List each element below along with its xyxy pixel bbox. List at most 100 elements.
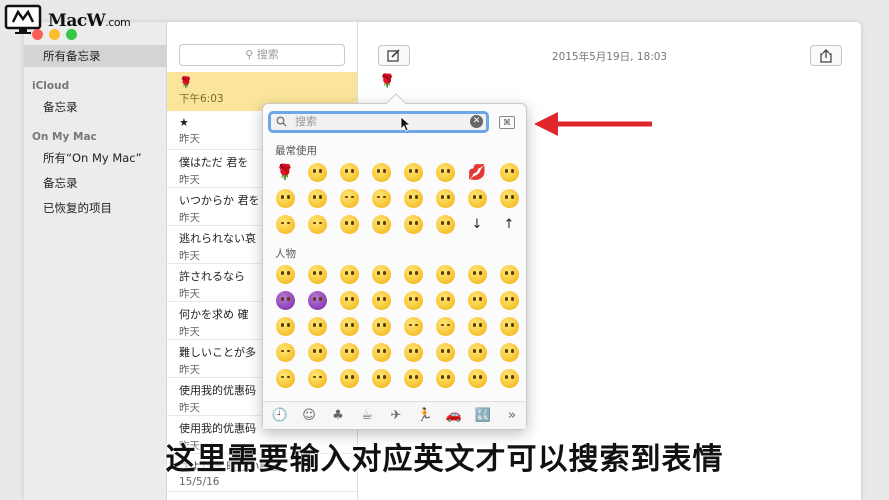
emoji-cell[interactable]: [493, 159, 525, 185]
people-emoji-grid: [269, 261, 525, 391]
emoji-cell[interactable]: [365, 287, 397, 313]
sidebar-item-icloud-notes[interactable]: 备忘录: [24, 96, 167, 118]
emoji-cell[interactable]: [397, 261, 429, 287]
emoji-cell[interactable]: [493, 261, 525, 287]
emoji-cell[interactable]: [429, 287, 461, 313]
clear-search-icon[interactable]: ✕: [470, 115, 483, 128]
emoji-cell[interactable]: [333, 287, 365, 313]
share-icon: [820, 48, 832, 63]
emoji-cell[interactable]: [397, 159, 429, 185]
emoji-cell[interactable]: [269, 365, 301, 391]
emoji-cell[interactable]: [333, 261, 365, 287]
emoji-cell[interactable]: [269, 339, 301, 365]
emoji-cell[interactable]: [397, 185, 429, 211]
emoji-cell[interactable]: [269, 211, 301, 237]
emoji-cell[interactable]: [365, 313, 397, 339]
tab-recent-icon[interactable]: 🕘: [271, 407, 289, 425]
tab-celebration-icon[interactable]: ✈: [387, 407, 405, 425]
emoji-imp[interactable]: [269, 287, 301, 313]
emoji-cell[interactable]: [461, 185, 493, 211]
emoji-cell[interactable]: [397, 287, 429, 313]
emoji-cell[interactable]: [269, 185, 301, 211]
emoji-cell[interactable]: [429, 339, 461, 365]
emoji-cell[interactable]: [365, 261, 397, 287]
section-frequent: 最常使用: [275, 145, 317, 157]
emoji-cell[interactable]: [333, 185, 365, 211]
emoji-category-tabs: 🕘 ☺ ♣ ☕ ✈ 🏃 🚗 🔣 »: [263, 401, 526, 429]
emoji-picker: 搜索 ✕ ⌘ 最常使用 🌹 💋 ↓ ↑ 人物 🕘 ☺ ♣ ☕ ✈ 🏃 🚗 🔣 »: [262, 93, 527, 430]
sidebar-header-icloud: iCloud: [32, 80, 70, 92]
sidebar: 所有备忘录 iCloud 备忘录 On My Mac 所有“On My Mac”…: [24, 22, 167, 500]
emoji-cell[interactable]: [365, 159, 397, 185]
tab-activity-icon[interactable]: 🏃: [416, 407, 434, 425]
emoji-cell[interactable]: [493, 287, 525, 313]
emoji-cell[interactable]: [493, 313, 525, 339]
emoji-cell[interactable]: [493, 185, 525, 211]
emoji-cell[interactable]: [461, 339, 493, 365]
emoji-cell[interactable]: [365, 211, 397, 237]
emoji-cell[interactable]: [429, 159, 461, 185]
emoji-cell[interactable]: [429, 261, 461, 287]
emoji-cell[interactable]: [461, 287, 493, 313]
tab-nature-icon[interactable]: ♣: [329, 407, 347, 425]
note-content[interactable]: 🌹: [379, 74, 395, 89]
video-subtitle: 这里需要输入对应英文才可以搜索到表情: [165, 442, 724, 477]
computer-logo-icon: [4, 4, 42, 34]
emoji-cell[interactable]: [333, 313, 365, 339]
emoji-cell[interactable]: [461, 365, 493, 391]
emoji-cell[interactable]: [397, 339, 429, 365]
note-date: 2015年5月19日, 18:03: [551, 51, 668, 63]
emoji-cell[interactable]: [301, 185, 333, 211]
tab-people-icon[interactable]: ☺: [300, 407, 318, 425]
emoji-search-input[interactable]: 搜索 ✕: [268, 111, 489, 133]
tab-travel-icon[interactable]: 🚗: [445, 407, 463, 425]
sidebar-item-recovered[interactable]: 已恢复的项目: [24, 197, 167, 219]
emoji-cell[interactable]: [493, 365, 525, 391]
emoji-cell[interactable]: [429, 185, 461, 211]
emoji-cell[interactable]: [397, 365, 429, 391]
emoji-cell[interactable]: [269, 313, 301, 339]
emoji-cell[interactable]: [301, 313, 333, 339]
emoji-cell[interactable]: [333, 365, 365, 391]
tab-more-icon[interactable]: »: [503, 407, 521, 425]
share-button[interactable]: [810, 45, 842, 66]
emoji-imp[interactable]: [301, 287, 333, 313]
emoji-arrow-up[interactable]: ↑: [493, 211, 525, 237]
emoji-cell[interactable]: [493, 339, 525, 365]
emoji-cell[interactable]: [333, 159, 365, 185]
sidebar-item-mac-notes[interactable]: 备忘录: [24, 172, 167, 194]
emoji-cell[interactable]: [397, 211, 429, 237]
emoji-rose[interactable]: 🌹: [269, 159, 301, 185]
mouse-cursor-icon: [400, 116, 410, 132]
sidebar-header-on-my-mac: On My Mac: [32, 131, 97, 143]
search-icon: [276, 116, 287, 132]
sidebar-item-all-notes[interactable]: 所有备忘录: [24, 45, 167, 67]
notes-search-field[interactable]: ⚲ 搜索: [179, 44, 345, 66]
emoji-cell[interactable]: [429, 211, 461, 237]
emoji-cell[interactable]: [429, 313, 461, 339]
emoji-cell[interactable]: [333, 211, 365, 237]
emoji-cell[interactable]: [301, 261, 333, 287]
sidebar-item-all-on-my-mac[interactable]: 所有“On My Mac”: [24, 147, 167, 169]
emoji-cell[interactable]: [301, 211, 333, 237]
emoji-arrow-down[interactable]: ↓: [461, 211, 493, 237]
character-viewer-button[interactable]: ⌘: [499, 116, 515, 129]
emoji-cell[interactable]: [429, 365, 461, 391]
emoji-cell[interactable]: [269, 261, 301, 287]
tab-symbols-icon[interactable]: 🔣: [474, 407, 492, 425]
emoji-cell[interactable]: [365, 339, 397, 365]
emoji-cell[interactable]: [461, 313, 493, 339]
logo-text: MacW.com: [48, 11, 131, 31]
emoji-cell[interactable]: [301, 339, 333, 365]
emoji-cell[interactable]: [365, 185, 397, 211]
tab-food-icon[interactable]: ☕: [358, 407, 376, 425]
emoji-cell[interactable]: [301, 365, 333, 391]
emoji-cell[interactable]: [397, 313, 429, 339]
emoji-kiss-mark[interactable]: 💋: [461, 159, 493, 185]
emoji-cell[interactable]: [365, 365, 397, 391]
emoji-cell[interactable]: [333, 339, 365, 365]
emoji-cell[interactable]: [461, 261, 493, 287]
search-icon: ⚲: [245, 48, 254, 61]
frequent-emoji-grid: 🌹 💋 ↓ ↑: [269, 159, 525, 237]
emoji-cell[interactable]: [301, 159, 333, 185]
